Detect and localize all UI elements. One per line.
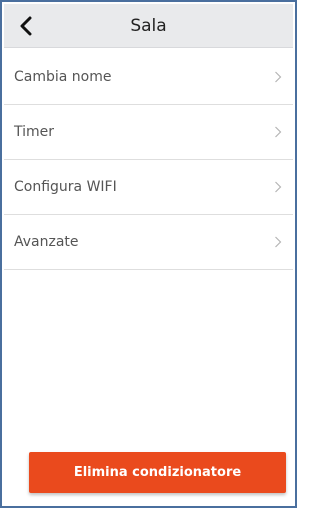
menu-item-label: Avanzate xyxy=(14,234,79,250)
settings-menu: Cambia nome Timer Configura WIFI Avanzat… xyxy=(4,50,293,270)
menu-item-label: Configura WIFI xyxy=(14,179,117,195)
menu-item-cambia-nome[interactable]: Cambia nome xyxy=(4,50,293,105)
menu-item-label: Timer xyxy=(14,124,55,140)
app-frame: Sala Cambia nome Timer Configura WIFI Av… xyxy=(0,0,297,508)
menu-item-timer[interactable]: Timer xyxy=(4,105,293,160)
chevron-right-icon xyxy=(273,180,283,194)
chevron-right-icon xyxy=(273,125,283,139)
top-bar: Sala xyxy=(4,4,293,48)
chevron-left-icon xyxy=(20,16,32,36)
page-title: Sala xyxy=(130,16,167,36)
menu-item-label: Cambia nome xyxy=(14,69,112,85)
back-button[interactable] xyxy=(14,14,38,38)
chevron-right-icon xyxy=(273,70,283,84)
chevron-right-icon xyxy=(273,235,283,249)
menu-item-configura-wifi[interactable]: Configura WIFI xyxy=(4,160,293,215)
delete-conditioner-button[interactable]: Elimina condizionatore xyxy=(29,452,286,493)
menu-item-avanzate[interactable]: Avanzate xyxy=(4,215,293,270)
